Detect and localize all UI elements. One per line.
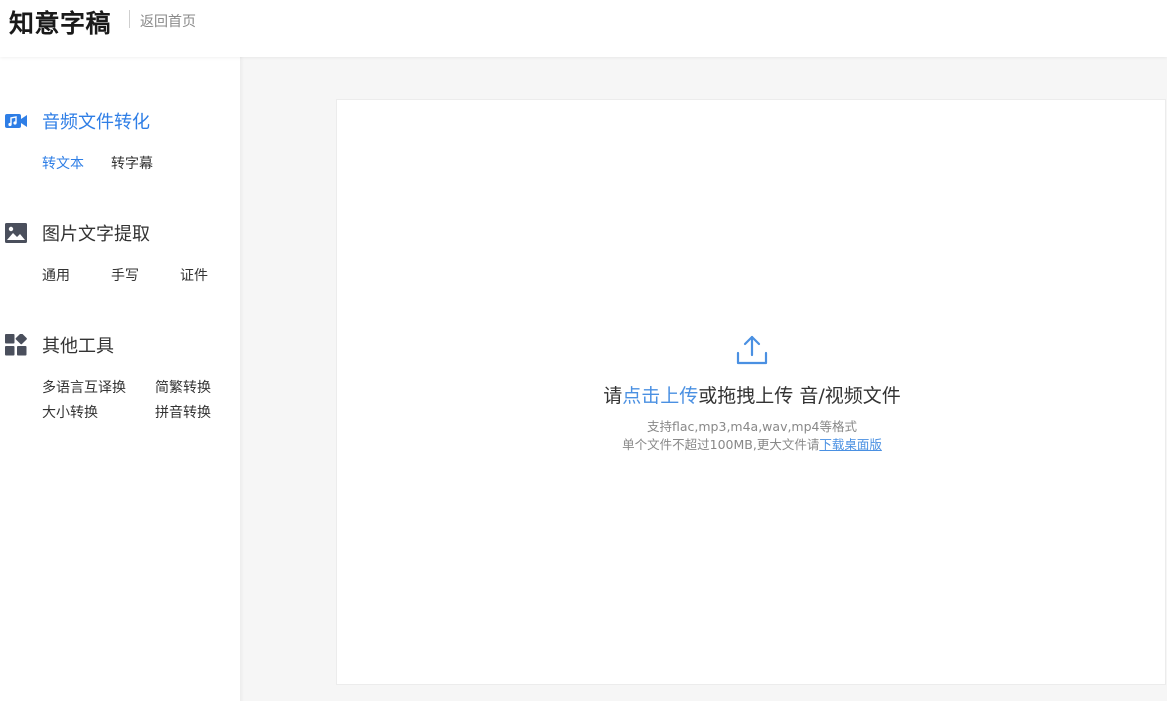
sidebar-group-image[interactable]: 图片文字提取 [0,221,150,245]
brand-logo-text[interactable]: 知意字稿 [9,4,111,40]
sidebar-edge-shadow [240,57,244,701]
upload-drag-text: 或拖拽上传 音/视频文件 [698,385,901,407]
upload-prefix: 请 [603,385,623,407]
grid-tools-icon [5,334,27,356]
upload-icon[interactable] [735,333,769,367]
sidebar-group-tools[interactable]: 其他工具 [0,333,114,357]
upload-instruction: 请点击上传或拖拽上传 音/视频文件 [337,381,1167,408]
image-icon [5,222,27,244]
sidebar-item-case-convert[interactable]: 大小转换 [42,402,98,422]
sidebar-group-label: 音频文件转化 [42,112,150,133]
format-hint: 支持flac,mp3,m4a,wav,mp4等格式 [647,419,857,434]
sidebar-item-pinyin[interactable]: 拼音转换 [155,402,211,422]
size-hint: 单个文件不超过100MB,更大文件请下载桌面版 [337,434,1167,453]
sidebar-group-audio[interactable]: 音频文件转化 [0,109,150,133]
size-limit-text: 单个文件不超过100MB,更大文件请 [622,437,820,452]
sidebar-item-to-text[interactable]: 转文本 [42,153,84,173]
sidebar-group-label: 其他工具 [42,336,114,357]
back-home-link[interactable]: 返回首页 [140,11,196,31]
sidebar-item-certificate[interactable]: 证件 [180,265,208,285]
top-header: 知意字稿 返回首页 [0,0,1167,57]
sidebar-item-simp-trad[interactable]: 简繁转换 [155,377,211,397]
download-desktop-link[interactable]: 下载桌面版 [819,437,882,452]
header-divider [129,10,130,28]
sidebar-group-label: 图片文字提取 [42,224,150,245]
sidebar-item-to-subtitle[interactable]: 转字幕 [111,153,153,173]
click-upload-link[interactable]: 点击上传 [622,385,698,407]
upload-dropzone[interactable]: 请点击上传或拖拽上传 音/视频文件 支持flac,mp3,m4a,wav,mp4… [336,99,1166,685]
video-music-icon [5,110,27,132]
sidebar: 音频文件转化 转文本 转字幕 图片文字提取 通用 手写 证件 其他工具 多语言互… [0,57,240,701]
sidebar-item-general[interactable]: 通用 [42,265,70,285]
sidebar-item-handwriting[interactable]: 手写 [111,265,139,285]
sidebar-item-translate[interactable]: 多语言互译换 [42,377,126,397]
